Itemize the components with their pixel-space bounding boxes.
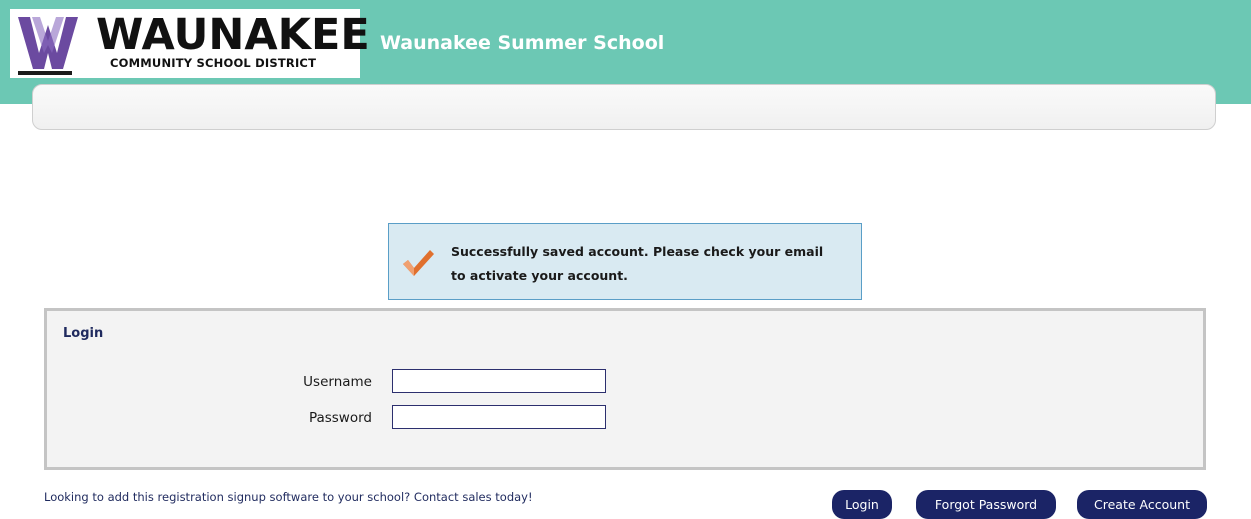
checkmark-icon [403,250,434,276]
login-panel: Login Username Password [44,308,1206,470]
logo-subtitle: COMMUNITY SCHOOL DISTRICT [110,56,317,70]
waunakee-w-logo-icon [18,17,78,69]
login-title: Login [63,326,104,341]
navigation-bar [32,84,1216,130]
success-alert: Successfully saved account. Please check… [388,223,862,300]
username-input[interactable] [392,369,606,393]
login-button[interactable]: Login [832,490,892,519]
sales-promo-link[interactable]: Looking to add this registration signup … [44,490,533,504]
logo-bar [18,71,72,75]
district-logo[interactable]: WAUNAKEE COMMUNITY SCHOOL DISTRICT [10,9,370,79]
password-label: Password [308,410,372,426]
site-title: Waunakee Summer School [380,32,665,54]
create-account-button[interactable]: Create Account [1077,490,1207,519]
logo-wordmark: WAUNAKEE [96,10,370,60]
logo-underline [10,78,360,79]
forgot-password-button[interactable]: Forgot Password [916,490,1056,519]
alert-message: Successfully saved account. Please check… [451,244,824,283]
username-label: Username [303,374,372,390]
password-input[interactable] [392,405,606,429]
